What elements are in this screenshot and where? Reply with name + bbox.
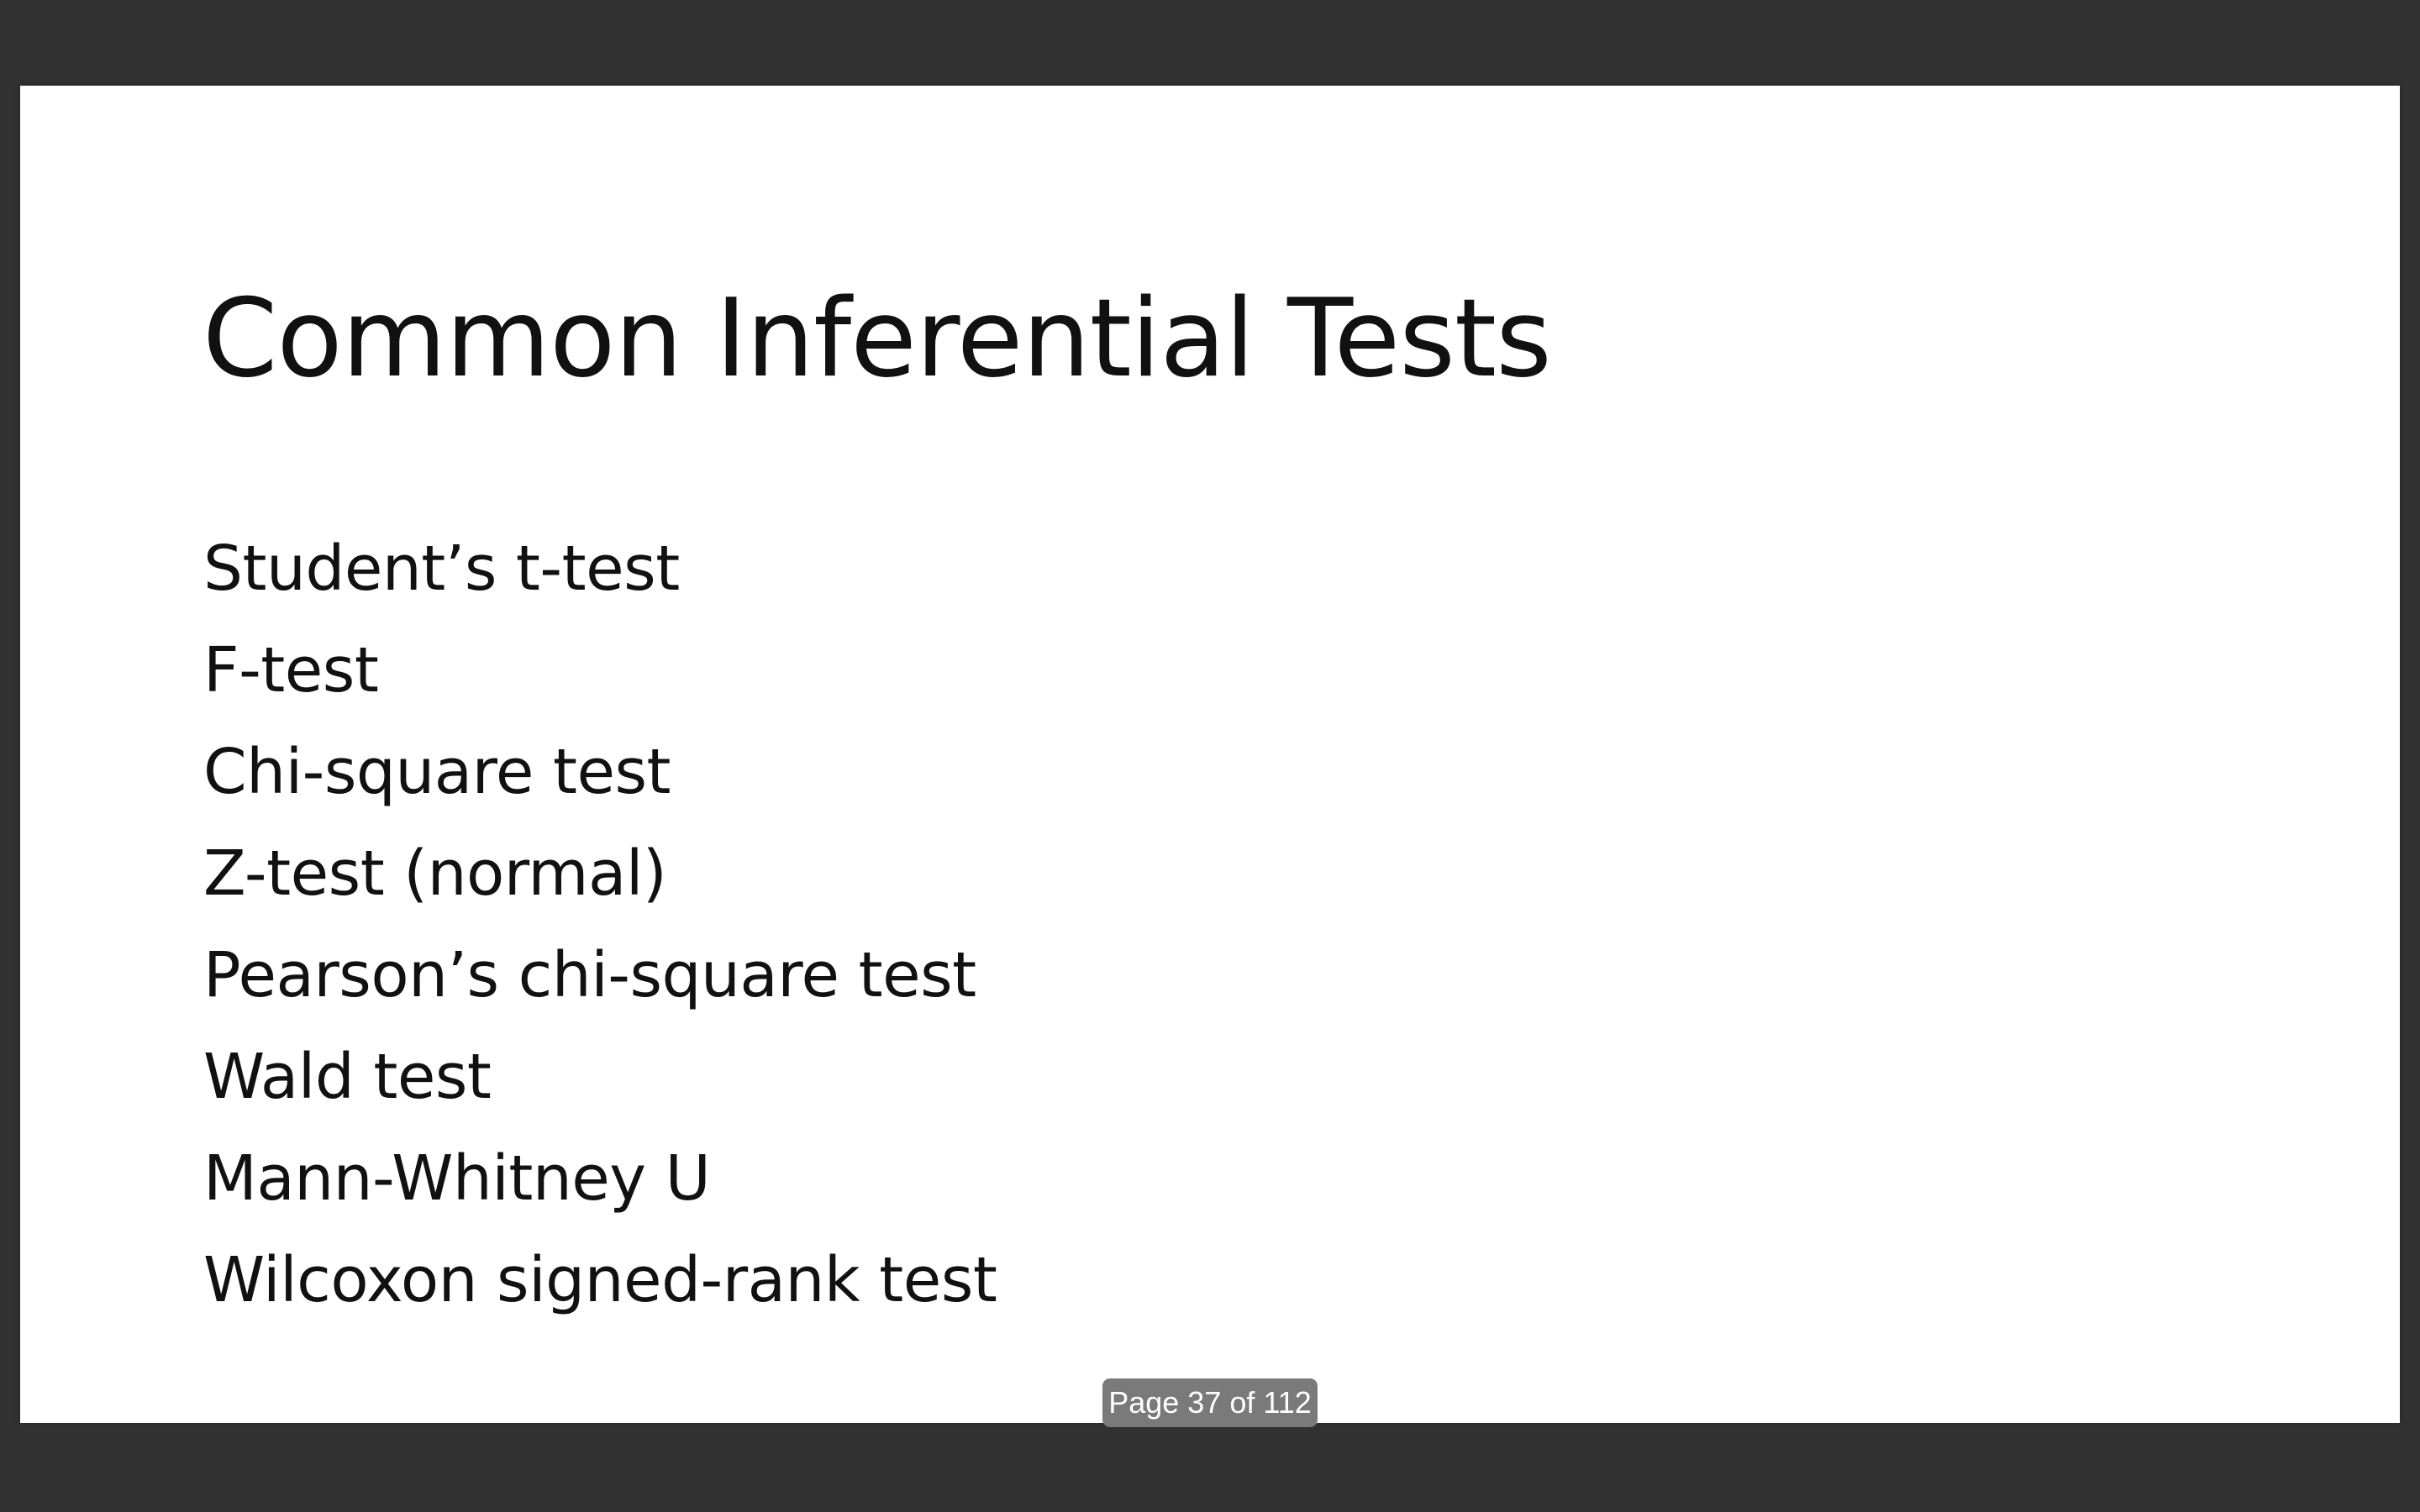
list-item: Wilcoxon signed-rank test [203, 1244, 997, 1316]
bullet-list: Student’s t-test F-test Chi-square test … [203, 518, 997, 1331]
list-item: Chi-square test [203, 736, 671, 808]
list-item: Wald test [203, 1041, 492, 1113]
page-indicator: Page 37 of 112 [1102, 1378, 1318, 1427]
slide-page[interactable]: Common Inferential Tests Student’s t-tes… [20, 86, 2400, 1423]
slide-title: Common Inferential Tests [203, 276, 1552, 402]
list-item: Z-test (normal) [203, 837, 667, 910]
list-item: F-test [203, 634, 379, 706]
list-item: Student’s t-test [203, 533, 680, 605]
list-item: Mann-Whitney U [203, 1142, 711, 1215]
document-viewer: Common Inferential Tests Student’s t-tes… [0, 0, 2420, 1512]
list-item: Pearson’s chi-square test [203, 939, 976, 1011]
